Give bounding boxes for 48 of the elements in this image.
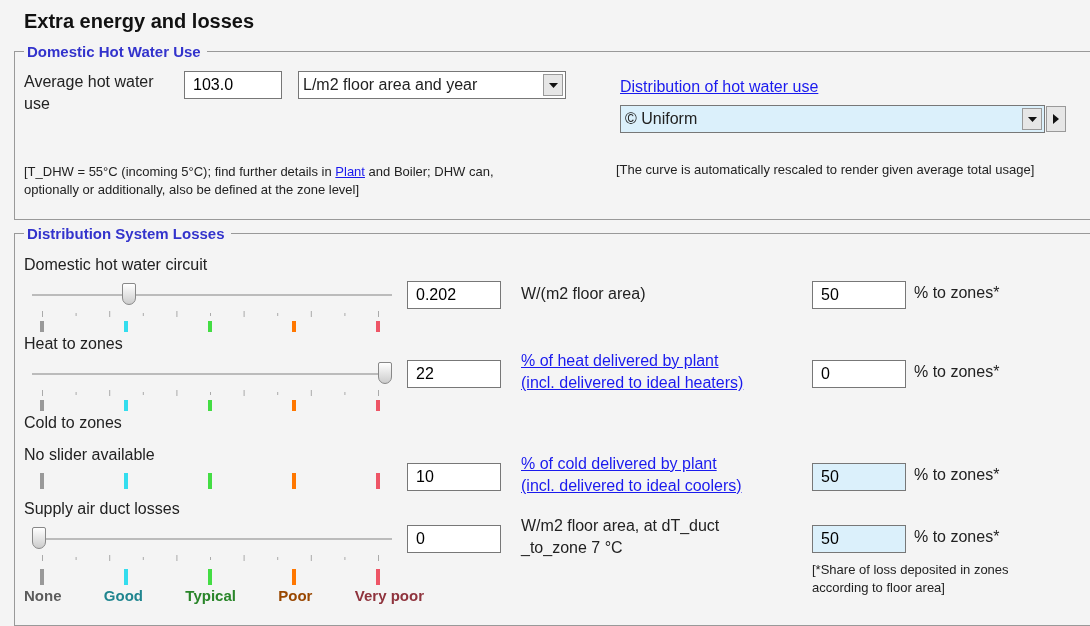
note-text: [The curve is automatically rescaled to render given average total usage] bbox=[616, 161, 1036, 179]
caret-icon bbox=[1027, 116, 1037, 122]
share-input[interactable]: 50 bbox=[812, 525, 906, 553]
row-label: Heat to zones bbox=[24, 334, 124, 354]
share-label: % to zones* bbox=[914, 362, 1000, 382]
rating-label: Very poor bbox=[354, 587, 424, 605]
unit-link[interactable]: % of heat delivered by plant (incl. delivered to ideal heaters) bbox=[521, 350, 744, 394]
field-label: Average hot water use bbox=[24, 72, 155, 114]
slider-thumb[interactable] bbox=[121, 283, 136, 305]
unit-text: W/m2 floor area, at dT_duct _to_zone 7 °C bbox=[521, 516, 720, 558]
value-input[interactable]: 10 bbox=[407, 463, 501, 491]
value-input[interactable]: 22 bbox=[407, 360, 501, 388]
value-input[interactable]: 0.202 bbox=[407, 281, 501, 309]
section-title: Distribution System Losses bbox=[26, 226, 226, 241]
unit-dropdown[interactable]: L/m2 floor area and year bbox=[298, 71, 566, 99]
caret-icon bbox=[548, 82, 558, 88]
row-label: Supply air duct losses bbox=[24, 499, 181, 519]
rating-label: Typical bbox=[185, 587, 236, 605]
value-input[interactable]: 103.0 bbox=[184, 71, 282, 99]
slider-track[interactable] bbox=[32, 527, 392, 551]
rating-label: Poor bbox=[278, 587, 313, 605]
page-title: Extra energy and losses bbox=[24, 9, 256, 34]
distribution-link[interactable]: Distribution of hot water use bbox=[620, 75, 819, 99]
rating-label: None bbox=[24, 587, 62, 605]
slider-thumb[interactable] bbox=[32, 527, 46, 549]
row-label: Cold to zones bbox=[24, 413, 123, 433]
rating-label: Good bbox=[103, 587, 143, 605]
share-input[interactable]: 50 bbox=[812, 281, 906, 309]
value-input[interactable]: 0 bbox=[407, 525, 501, 553]
share-label: % to zones* bbox=[914, 465, 1000, 485]
share-label: % to zones* bbox=[914, 283, 1000, 303]
unit-link[interactable]: % of cold delivered by plant (incl. delivered to ideal coolers) bbox=[521, 453, 742, 497]
share-label: % to zones* bbox=[914, 527, 1000, 547]
slider-thumb[interactable] bbox=[378, 362, 392, 384]
slider-note: No slider available bbox=[24, 445, 156, 465]
row-label: Domestic hot water circuit bbox=[24, 255, 209, 275]
play-icon bbox=[1053, 114, 1059, 124]
unit-text: W/(m2 floor area) bbox=[521, 284, 646, 304]
footnote-text: [*Share of loss deposited in zones according to floor area] bbox=[812, 561, 1010, 597]
plant-link[interactable]: Plant bbox=[335, 164, 365, 179]
section-title: Domestic Hot Water Use bbox=[26, 44, 202, 59]
slider-track[interactable] bbox=[32, 362, 392, 386]
share-input[interactable]: 0 bbox=[812, 360, 906, 388]
note-text: [T_DHW = 55°C (incoming 5°C); find further details in Plant and Boiler; DHW can, optionally or additionally, also be defined at the zone level] bbox=[24, 163, 495, 199]
distribution-dropdown[interactable]: © Uniform bbox=[620, 105, 1046, 133]
slider-track[interactable] bbox=[32, 283, 392, 307]
next-button[interactable] bbox=[1046, 106, 1066, 132]
share-input[interactable]: 50 bbox=[812, 463, 906, 491]
